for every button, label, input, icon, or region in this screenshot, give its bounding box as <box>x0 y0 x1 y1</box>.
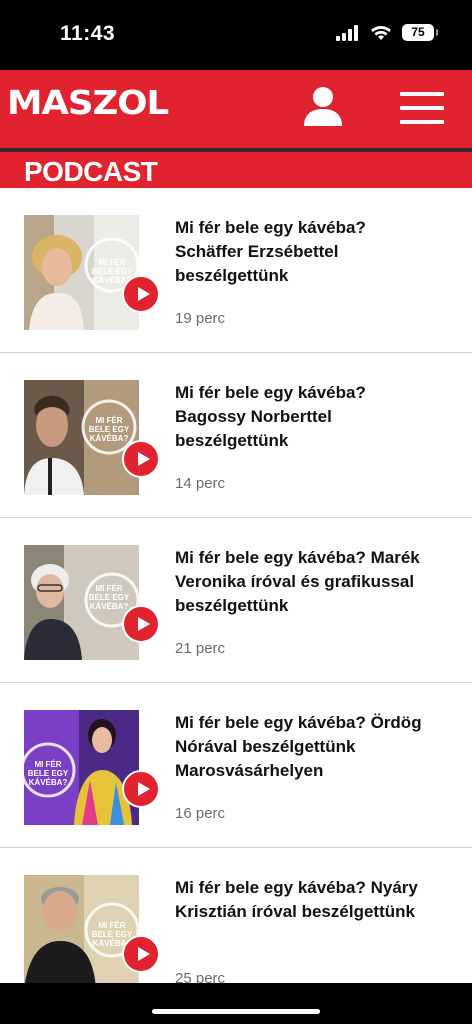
podcast-title[interactable]: Mi fér bele egy kávéba? Marék Veronika í… <box>175 546 435 618</box>
app-header: MASZOL <box>0 70 472 148</box>
podcast-thumbnail[interactable]: MI FÉR BELE EGY KÁVÉBA? <box>24 215 139 330</box>
section-title: PODCAST <box>24 156 158 187</box>
podcast-title[interactable]: Mi fér bele egy kávéba? Nyáry Krisztián … <box>175 876 435 924</box>
podcast-thumbnail[interactable]: MI FÉR BELE EGY KÁVÉBA? <box>24 875 139 990</box>
user-icon <box>304 87 342 126</box>
wifi-icon <box>371 25 391 40</box>
svg-text:BELE EGY: BELE EGY <box>89 425 130 434</box>
svg-text:KÁVÉBA?: KÁVÉBA? <box>90 434 129 443</box>
hamburger-menu-button[interactable] <box>400 92 444 126</box>
svg-text:KÁVÉBA?: KÁVÉBA? <box>90 602 129 611</box>
svg-text:MI FÉR: MI FÉR <box>34 760 61 769</box>
podcast-list: MI FÉR BELE EGY KÁVÉBA? Mi fér bele egy … <box>0 188 472 1013</box>
podcast-duration: 19 perc <box>175 310 226 327</box>
menu-line-icon <box>400 106 444 110</box>
svg-text:BELE EGY: BELE EGY <box>28 769 69 778</box>
status-bar: 11:43 75 <box>0 0 472 70</box>
podcast-item[interactable]: MI FÉR BELE EGY KÁVÉBA? Mi fér bele egy … <box>0 188 472 353</box>
svg-text:BELE EGY: BELE EGY <box>89 593 130 602</box>
menu-line-icon <box>400 120 444 124</box>
play-button[interactable] <box>122 275 160 313</box>
user-account-button[interactable] <box>302 86 344 128</box>
podcast-item[interactable]: MI FÉR BELE EGY KÁVÉBA? Mi fér bele egy … <box>0 353 472 518</box>
section-header: PODCAST <box>0 152 472 188</box>
menu-line-icon <box>400 92 444 96</box>
play-button[interactable] <box>122 605 160 643</box>
svg-text:BELE EGY: BELE EGY <box>92 930 133 939</box>
podcast-thumbnail[interactable]: MI FÉR BELE EGY KÁVÉBA? <box>24 710 139 825</box>
home-indicator-area <box>0 983 472 1024</box>
podcast-item[interactable]: MI FÉR BELE EGY KÁVÉBA? Mi fér bele egy … <box>0 518 472 683</box>
svg-text:MI FÉR: MI FÉR <box>98 921 125 930</box>
site-logo[interactable]: MASZOL <box>7 83 169 122</box>
svg-text:MI FÉR: MI FÉR <box>98 258 125 267</box>
podcast-title[interactable]: Mi fér bele egy kávéba? Ördög Nórával be… <box>175 711 435 783</box>
battery-icon: 75 <box>402 24 438 41</box>
play-button[interactable] <box>122 935 160 973</box>
svg-text:MI FÉR: MI FÉR <box>95 584 122 593</box>
play-button[interactable] <box>122 440 160 478</box>
podcast-duration: 16 perc <box>175 805 226 822</box>
svg-text:KÁVÉBA?: KÁVÉBA? <box>29 778 68 787</box>
podcast-duration: 14 perc <box>175 475 226 492</box>
svg-text:MI FÉR: MI FÉR <box>95 416 122 425</box>
podcast-duration: 21 perc <box>175 640 226 657</box>
podcast-title[interactable]: Mi fér bele egy kávéba? Schäffer Erzsébe… <box>175 216 435 288</box>
status-time: 11:43 <box>60 22 116 45</box>
status-icons: 75 <box>336 24 438 41</box>
podcast-thumbnail[interactable]: MI FÉR BELE EGY KÁVÉBA? <box>24 380 139 495</box>
svg-text:BELE EGY: BELE EGY <box>92 267 133 276</box>
home-indicator[interactable] <box>152 1009 320 1014</box>
play-button[interactable] <box>122 770 160 808</box>
signal-icon <box>336 24 358 41</box>
podcast-thumbnail[interactable]: MI FÉR BELE EGY KÁVÉBA? <box>24 545 139 660</box>
podcast-title[interactable]: Mi fér bele egy kávéba? Bagossy Norbertt… <box>175 381 435 453</box>
podcast-item[interactable]: MI FÉR BELE EGY KÁVÉBA? Mi fér bele egy … <box>0 683 472 848</box>
